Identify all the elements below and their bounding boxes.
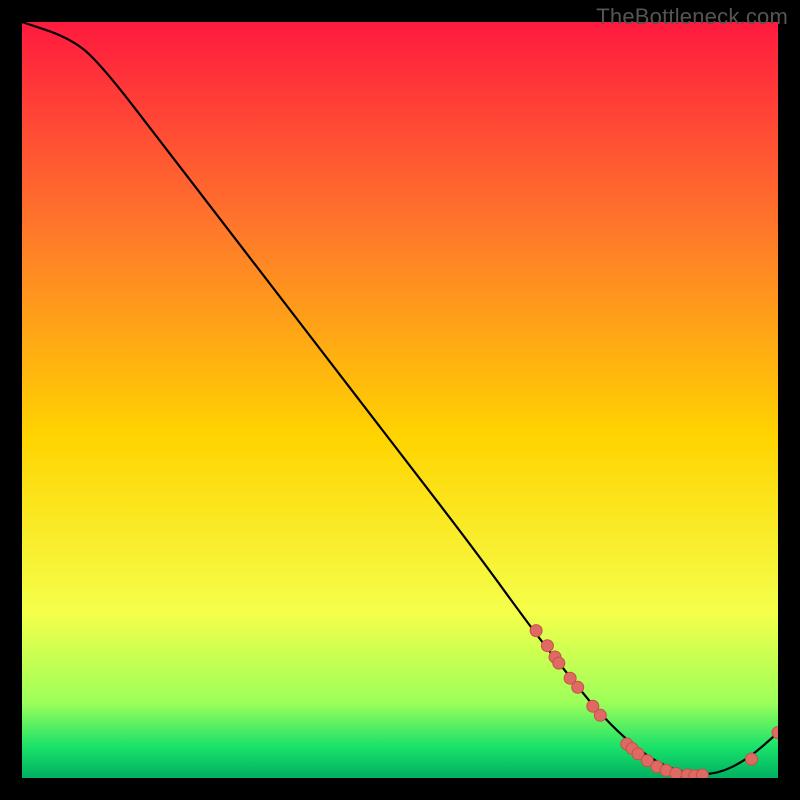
plot-area [22, 22, 778, 778]
chart-stage: TheBottleneck.com [0, 0, 800, 800]
watermark-text: TheBottleneck.com [596, 4, 788, 30]
chart-svg [22, 22, 778, 778]
gradient-backdrop [22, 22, 778, 778]
data-marker [572, 681, 584, 693]
data-marker [594, 709, 606, 721]
data-marker [553, 657, 565, 669]
data-marker [670, 768, 682, 779]
data-marker [696, 769, 708, 778]
data-marker [530, 625, 542, 637]
data-marker [746, 753, 758, 765]
data-marker [541, 640, 553, 652]
